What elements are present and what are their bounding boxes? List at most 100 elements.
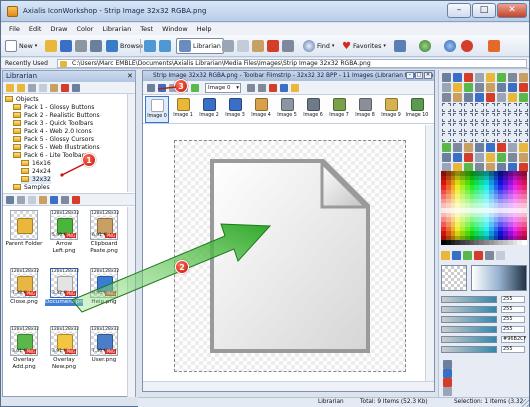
delete-icon[interactable] xyxy=(72,196,80,204)
library-item[interactable]: Parent Folder xyxy=(5,210,43,263)
brush-icon[interactable] xyxy=(464,103,473,112)
color-channel-slider[interactable] xyxy=(441,316,497,323)
text-icon[interactable] xyxy=(475,113,484,122)
tree-item[interactable]: Pack 4 - Web 2.0 Icons xyxy=(13,128,92,136)
canvas-hscrollbar[interactable] xyxy=(143,381,434,391)
menu-draw[interactable]: Draw xyxy=(50,23,67,35)
new-button[interactable]: New ▾ xyxy=(5,38,37,54)
tree-item[interactable]: Pack 1 - Glossy Buttons xyxy=(13,104,94,112)
line-icon[interactable] xyxy=(475,103,484,112)
select-icon[interactable] xyxy=(497,103,506,112)
menu-file[interactable]: File xyxy=(9,23,20,35)
pencil-icon[interactable] xyxy=(486,143,495,152)
filmstrip-frame[interactable]: Image 7 xyxy=(327,96,351,123)
menu-help[interactable]: Help xyxy=(197,23,212,35)
color-channel-value[interactable]: 255 xyxy=(501,296,525,303)
copy-icon[interactable] xyxy=(237,40,249,52)
color-tool-icon[interactable] xyxy=(452,251,461,260)
pencil-icon[interactable] xyxy=(464,83,473,92)
eraser-icon[interactable] xyxy=(475,143,484,152)
line-icon[interactable] xyxy=(442,133,451,142)
palette-swatch[interactable] xyxy=(522,240,527,245)
color-channel-slider[interactable] xyxy=(441,306,497,313)
line-icon[interactable] xyxy=(497,83,506,92)
select-icon[interactable] xyxy=(486,113,495,122)
text-icon[interactable] xyxy=(486,103,495,112)
eraser-icon[interactable] xyxy=(497,123,506,132)
effect-tool-icon[interactable] xyxy=(443,369,452,378)
help-icon[interactable] xyxy=(444,40,456,52)
effect-tool-icon[interactable] xyxy=(443,387,452,396)
line-icon[interactable] xyxy=(464,113,473,122)
tree-scrollbar[interactable] xyxy=(127,94,135,192)
lasso-icon[interactable] xyxy=(464,143,473,152)
pencil-icon[interactable] xyxy=(508,123,517,132)
filmstrip-frame[interactable]: Image 10 xyxy=(405,96,429,123)
doc-close-button[interactable]: ✕ xyxy=(424,72,432,79)
cut-icon[interactable] xyxy=(17,196,25,204)
maximize-button[interactable]: □ xyxy=(472,3,496,18)
print-icon[interactable] xyxy=(75,40,87,52)
color-channel-slider[interactable] xyxy=(441,336,497,343)
lasso-icon[interactable] xyxy=(519,93,528,102)
pencil-icon[interactable] xyxy=(475,73,484,82)
library-item[interactable]: 128x128x32 5.99 Kb PNG Arrow Left.png xyxy=(45,210,83,263)
delete-icon[interactable] xyxy=(269,84,277,92)
lasso-icon[interactable] xyxy=(475,133,484,142)
add-frame-icon[interactable] xyxy=(191,84,199,92)
color-channel-value[interactable]: 255 xyxy=(501,346,525,353)
tree-item[interactable]: 24x24 xyxy=(21,168,51,176)
tree-item[interactable]: 32x32 xyxy=(21,176,51,184)
grid-icon[interactable] xyxy=(147,84,155,92)
eraser-icon[interactable] xyxy=(519,103,528,112)
tree-item[interactable]: Objects xyxy=(5,96,39,104)
close-icon[interactable]: ✕ xyxy=(127,72,133,80)
eraser-icon[interactable] xyxy=(508,113,517,122)
favorites-button[interactable]: ♥ Favorites ▾ xyxy=(342,38,386,54)
color-tool-icon[interactable] xyxy=(463,251,472,260)
fill-icon[interactable] xyxy=(475,83,484,92)
grid-icon[interactable] xyxy=(282,40,294,52)
cut-icon[interactable] xyxy=(28,84,36,92)
line-icon[interactable] xyxy=(453,123,462,132)
text-icon[interactable] xyxy=(453,133,462,142)
filmstrip-frame[interactable]: Image 6 xyxy=(301,96,325,123)
delete-icon[interactable] xyxy=(61,84,69,92)
undo-icon[interactable] xyxy=(144,40,156,52)
brush-icon[interactable] xyxy=(497,73,506,82)
lasso-icon[interactable] xyxy=(453,73,462,82)
effect-tool-icon[interactable] xyxy=(443,360,452,369)
menu-test[interactable]: Test xyxy=(140,23,153,35)
pencil-icon[interactable] xyxy=(497,133,506,142)
filmstrip-frame[interactable]: Image 8 xyxy=(353,96,377,123)
brush-icon[interactable] xyxy=(497,153,506,162)
filmstrip-frame[interactable]: Image 3 xyxy=(223,96,247,123)
library-item[interactable]: 128x128x32 7.38 Kb PNG Close.png xyxy=(5,268,43,321)
filmstrip-frame[interactable]: Image 4 xyxy=(249,96,273,123)
properties-icon[interactable] xyxy=(72,84,80,92)
select-icon[interactable] xyxy=(442,73,451,82)
thumbnails-icon[interactable] xyxy=(61,196,69,204)
select-icon[interactable] xyxy=(453,143,462,152)
line-icon[interactable] xyxy=(508,73,517,82)
select-icon[interactable] xyxy=(508,93,517,102)
fill-icon[interactable] xyxy=(508,133,517,142)
fill-icon[interactable] xyxy=(497,143,506,152)
color-channel-slider[interactable] xyxy=(441,296,497,303)
eraser-icon[interactable] xyxy=(464,73,473,82)
redo-icon[interactable] xyxy=(159,40,171,52)
color-channel-value[interactable]: #96B2CF xyxy=(501,336,527,343)
brush-icon[interactable] xyxy=(475,93,484,102)
lasso-icon[interactable] xyxy=(453,153,462,162)
folder-icon[interactable] xyxy=(6,84,14,92)
line-icon[interactable] xyxy=(519,143,528,152)
filmstrip-frame[interactable]: Image 1 xyxy=(171,96,195,123)
text-icon[interactable] xyxy=(442,143,451,152)
menu-edit[interactable]: Edit xyxy=(29,23,42,35)
library-item[interactable]: 128x128x32 3.32 Kb PNG Document.png xyxy=(45,268,86,321)
menu-color[interactable]: Color xyxy=(76,23,93,35)
tree-item[interactable]: Samples xyxy=(13,184,50,192)
view-icon[interactable] xyxy=(6,196,14,204)
color-gradient[interactable] xyxy=(471,265,527,291)
pencil-icon[interactable] xyxy=(519,113,528,122)
